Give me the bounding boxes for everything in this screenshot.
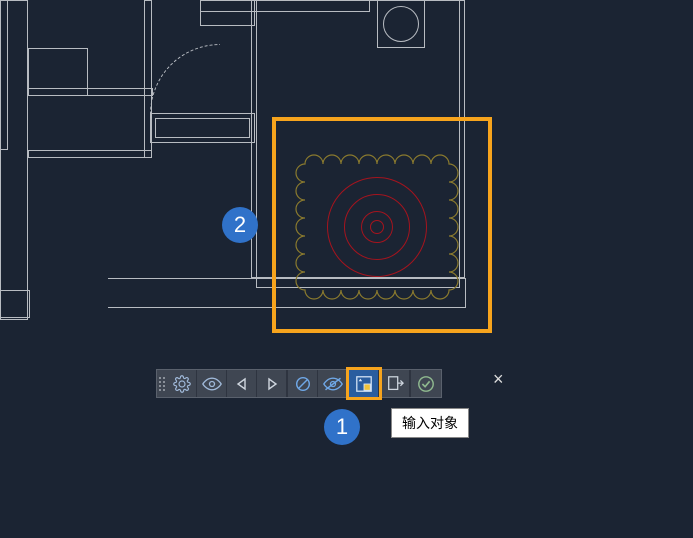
- close-toolbar-button[interactable]: ×: [493, 370, 504, 388]
- floorplan-line: [0, 0, 8, 150]
- confirm-button[interactable]: [411, 370, 441, 397]
- callout-2-label: 2: [234, 212, 246, 238]
- import-object-icon: [355, 375, 373, 393]
- rug-block[interactable]: [295, 152, 459, 302]
- annotation-callout-1: 1: [324, 409, 360, 445]
- floorplan-line: [0, 290, 30, 318]
- tooltip: 输入对象: [391, 408, 469, 438]
- import-object-button[interactable]: [349, 370, 379, 397]
- drawing-canvas[interactable]: 2: [0, 0, 693, 538]
- next-button[interactable]: [257, 370, 287, 397]
- floorplan-line: [155, 118, 250, 138]
- disable-view-button[interactable]: [288, 370, 318, 397]
- export-button[interactable]: [380, 370, 410, 397]
- prev-button[interactable]: [227, 370, 257, 397]
- circle-slash-icon: [294, 375, 312, 393]
- eye-off-icon: [323, 375, 343, 393]
- callout-1-label: 1: [336, 414, 348, 440]
- hide-button[interactable]: [318, 370, 348, 397]
- toolbar-drag-handle[interactable]: [157, 370, 167, 397]
- floorplan-line: [28, 48, 88, 96]
- settings-button[interactable]: [167, 370, 197, 397]
- visibility-button[interactable]: [197, 370, 227, 397]
- gear-icon: [173, 375, 191, 393]
- target-circle-center: [370, 220, 384, 234]
- quick-toolbar: [156, 369, 442, 398]
- triangle-left-icon: [235, 377, 249, 391]
- floorplan-line: [200, 0, 255, 26]
- close-icon: ×: [493, 369, 504, 389]
- floorplan-line: [383, 6, 419, 42]
- triangle-right-icon: [265, 377, 279, 391]
- floorplan-line: [28, 150, 152, 158]
- tooltip-label: 输入对象: [402, 415, 458, 431]
- annotation-callout-2: 2: [222, 207, 258, 243]
- export-icon: [386, 375, 404, 393]
- eye-icon: [202, 375, 222, 393]
- check-circle-icon: [417, 375, 435, 393]
